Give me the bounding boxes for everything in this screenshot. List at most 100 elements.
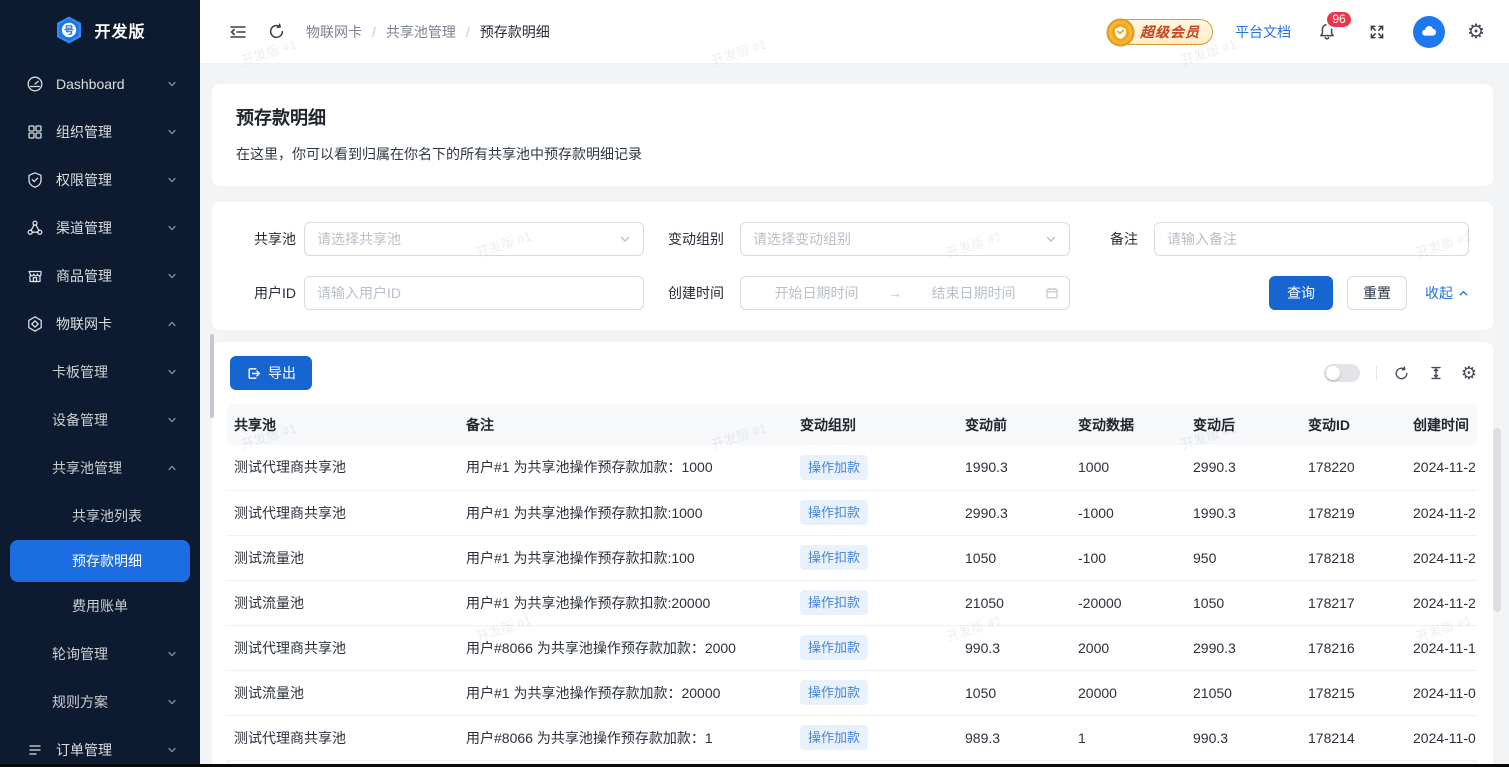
toolbar-divider — [1376, 366, 1377, 380]
group-select[interactable]: 请选择变动组别 — [740, 222, 1070, 256]
sidebar-item-device[interactable]: 设备管理 — [0, 396, 200, 444]
dashboard-icon — [26, 75, 44, 93]
fullscreen-icon[interactable] — [1363, 18, 1391, 46]
sidebar-scrollbar-thumb[interactable] — [210, 334, 214, 418]
table-row[interactable]: 测试代理商共享池用户#1 为共享池操作预存款扣款:1000操作扣款2990.3-… — [226, 490, 1477, 535]
filter-card: 共享池 请选择共享池 变动组别 请选择变动组别 备注 用户ID — [212, 202, 1493, 330]
table-row[interactable]: 测试代理商共享池用户#8066 为共享池操作预存款加款：2000操作加款990.… — [226, 625, 1477, 670]
table-row[interactable]: 测试流量池用户#1 为共享池操作预存款扣款:100操作扣款1050-100950… — [226, 535, 1477, 580]
breadcrumb-item: 预存款明细 — [480, 22, 550, 42]
cell-remark: 用户#1 为共享池操作预存款扣款:100 — [458, 535, 792, 580]
chevron-down-icon — [166, 696, 178, 708]
topbar: 物联网卡/共享池管理/预存款明细 超级会员 平台文档 96 — [200, 0, 1509, 64]
app-logo[interactable]: 号 开发版 — [0, 0, 200, 60]
search-button[interactable]: 查询 — [1269, 276, 1333, 310]
column-header: 变动后 — [1185, 404, 1300, 445]
change-group-tag: 操作加款 — [800, 725, 868, 750]
sidebar-item-label: 组织管理 — [56, 122, 112, 142]
chevron-down-icon — [166, 270, 178, 282]
column-settings-icon[interactable]: ⚙ — [1461, 364, 1477, 382]
breadcrumb-item[interactable]: 物联网卡 — [306, 22, 362, 42]
sidebar-item-label: 预存款明细 — [72, 551, 142, 571]
cell-after: 2990.3 — [1185, 445, 1300, 490]
chevron-down-icon — [166, 366, 178, 378]
chevron-down-icon — [166, 414, 178, 426]
table-refresh-icon[interactable] — [1393, 364, 1411, 382]
sidebar-item-label: 轮询管理 — [52, 644, 108, 664]
chevron-down-icon — [166, 744, 178, 756]
refresh-icon[interactable] — [262, 18, 290, 46]
cell-change_id: 178216 — [1300, 625, 1405, 670]
row-height-icon[interactable] — [1427, 364, 1445, 382]
chevron-down-icon — [1045, 233, 1057, 245]
sidebar-item-goods[interactable]: 商品管理 — [0, 252, 200, 300]
sidebar-item-rule[interactable]: 规则方案 — [0, 678, 200, 726]
sidebar-item-pool-list[interactable]: 共享池列表 — [0, 492, 200, 540]
table-row[interactable]: 测试流量池用户#1 为共享池操作预存款扣款:20000操作扣款21050-200… — [226, 580, 1477, 625]
chevron-down-icon — [166, 648, 178, 660]
apps-icon — [26, 123, 44, 141]
cell-before: 1050 — [957, 535, 1070, 580]
sidebar-item-deposit-detail[interactable]: 预存款明细 — [10, 540, 190, 582]
user-id-input[interactable] — [305, 277, 643, 309]
chevron-down-icon — [166, 78, 178, 90]
sidebar-item-channel[interactable]: 渠道管理 — [0, 204, 200, 252]
stripe-toggle[interactable] — [1324, 364, 1360, 382]
cell-after: 21050 — [1185, 670, 1300, 715]
sidebar-item-label: 卡板管理 — [52, 362, 108, 382]
remark-input[interactable] — [1155, 223, 1468, 255]
table-row[interactable]: 测试代理商共享池用户#1 为共享池操作预存款加款：1000操作加款1990.31… — [226, 445, 1477, 490]
breadcrumb-separator: / — [466, 24, 470, 40]
sidebar-item-iot[interactable]: 物联网卡 — [0, 300, 200, 348]
table-row[interactable]: 测试代理商共享池用户#8066 为共享池操作预存款加款：1操作加款989.319… — [226, 715, 1477, 760]
cell-created: 2024-11-2 — [1405, 445, 1477, 490]
breadcrumb-item[interactable]: 共享池管理 — [386, 22, 456, 42]
column-header: 变动前 — [957, 404, 1070, 445]
notifications-button[interactable]: 96 — [1313, 18, 1341, 46]
table-tools: ⚙ — [1324, 364, 1477, 382]
chevron-up-icon — [1458, 288, 1469, 299]
user-avatar[interactable] — [1413, 16, 1445, 48]
table-scrollbar-thumb[interactable] — [1493, 428, 1501, 612]
cell-change_id: 178217 — [1300, 580, 1405, 625]
sidebar-item-label: 费用账单 — [72, 596, 128, 616]
menu-fold-icon[interactable] — [224, 18, 252, 46]
sidebar-item-poll[interactable]: 轮询管理 — [0, 630, 200, 678]
cell-after: 1990.3 — [1185, 490, 1300, 535]
notification-count-badge: 96 — [1325, 10, 1353, 29]
vip-badge[interactable]: 超级会员 — [1109, 19, 1213, 45]
cell-change_id: 178215 — [1300, 670, 1405, 715]
sidebar-item-label: 物联网卡 — [56, 314, 112, 334]
cell-before: 989.3 — [957, 715, 1070, 760]
sidebar-item-card-board[interactable]: 卡板管理 — [0, 348, 200, 396]
cell-tag: 操作扣款 — [792, 535, 957, 580]
pool-select[interactable]: 请选择共享池 — [304, 222, 644, 256]
settings-gear-icon[interactable]: ⚙ — [1467, 22, 1485, 42]
platform-docs-link[interactable]: 平台文档 — [1235, 22, 1291, 42]
shop-icon — [26, 267, 44, 285]
cell-remark: 用户#1 为共享池操作预存款扣款:1000 — [458, 490, 792, 535]
sidebar-item-perm[interactable]: 权限管理 — [0, 156, 200, 204]
sidebar-item-pool-mgmt[interactable]: 共享池管理 — [0, 444, 200, 492]
cell-created: 2024-11-0 — [1405, 670, 1477, 715]
column-header: 变动ID — [1300, 404, 1405, 445]
sidebar-item-org[interactable]: 组织管理 — [0, 108, 200, 156]
reset-button[interactable]: 重置 — [1347, 276, 1407, 310]
sidebar-item-dashboard[interactable]: Dashboard — [0, 60, 200, 108]
cell-created: 2024-11-2 — [1405, 535, 1477, 580]
sidebar-item-fee-bill[interactable]: 费用账单 — [0, 582, 200, 630]
date-range-picker[interactable]: 开始日期时间 → 结束日期时间 — [740, 276, 1070, 310]
export-button[interactable]: 导出 — [230, 356, 312, 390]
table-row[interactable]: 测试流量池用户#1 为共享池操作预存款加款：20000操作加款105020000… — [226, 670, 1477, 715]
collapse-filters-link[interactable]: 收起 — [1425, 283, 1469, 303]
sidebar-item-order[interactable]: 订单管理 — [0, 726, 200, 767]
sidebar-item-label: 共享池管理 — [52, 458, 122, 478]
cell-after: 1050 — [1185, 580, 1300, 625]
cell-remark: 用户#8066 为共享池操作预存款加款：1 — [458, 715, 792, 760]
change-group-tag: 操作加款 — [800, 680, 868, 705]
column-header: 变动数据 — [1070, 404, 1185, 445]
table-toolbar: 导出 — [226, 356, 1477, 390]
remark-field-wrap — [1154, 222, 1469, 256]
column-header: 变动组别 — [792, 404, 957, 445]
shield-icon — [26, 171, 44, 189]
